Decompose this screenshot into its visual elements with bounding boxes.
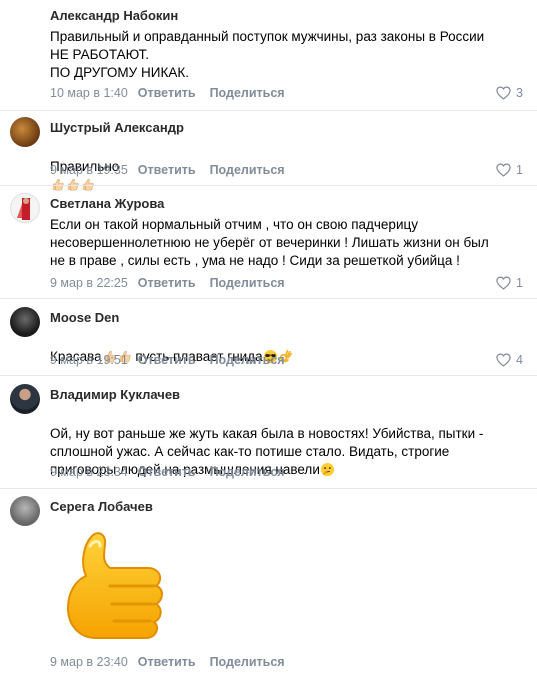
separator [0,185,537,186]
avatar[interactable] [10,384,40,414]
thinking-face-icon [320,462,335,477]
heart-icon [496,353,511,367]
share-button[interactable]: Поделиться [210,465,285,479]
separator [0,375,537,376]
comment-date[interactable]: 9 мар в 22:25 [50,276,128,290]
avatar[interactable] [10,496,40,526]
comment-date[interactable]: 9 мар в 19:51 [50,353,128,367]
comment-author[interactable]: Серега Лобачев [50,499,153,514]
comment-author[interactable]: Александр Набокин [50,8,178,23]
comment-meta: 9 мар в 23:40 Ответить Поделиться [50,655,285,669]
comment-meta: 9 мар в 19:51 Ответить Поделиться [50,353,285,367]
like-count: 4 [516,353,523,367]
like-button[interactable]: 3 [496,86,523,100]
reply-button[interactable]: Ответить [138,465,196,479]
share-button[interactable]: Поделиться [210,353,285,367]
like-button[interactable]: 1 [496,276,523,290]
reply-button[interactable]: Ответить [138,86,196,100]
avatar[interactable] [10,307,40,337]
comment-author[interactable]: Moose Den [50,310,119,325]
comment-date[interactable]: 9 мар в 23:40 [50,655,128,669]
separator [0,110,537,111]
like-button[interactable]: 1 [496,163,523,177]
comment-meta: 9 мар в 22:25 Ответить Поделиться [50,276,285,290]
share-button[interactable]: Поделиться [210,86,285,100]
comment-date[interactable]: 10 мар в 1:40 [50,86,128,100]
comment-author[interactable]: Светлана Журова [50,196,164,211]
comment-text: Правильный и оправданный поступок мужчин… [50,29,485,80]
heart-icon [496,163,511,177]
reply-button[interactable]: Ответить [138,353,196,367]
comment-meta: 9 мар в 23:34 Ответить Поделиться [50,465,285,479]
comment-meta: 10 мар в 1:40 Ответить Поделиться [50,86,285,100]
comment-author[interactable]: Шустрый Александр [50,120,184,135]
comment-author[interactable]: Владимир Куклачев [50,387,180,402]
avatar[interactable] [10,6,40,36]
like-button[interactable]: 4 [496,353,523,367]
comment-date[interactable]: 9 мар в 19:35 [50,163,128,177]
reply-button[interactable]: Ответить [138,276,196,290]
thumbs-up-sticker-icon [50,522,178,650]
like-count: 1 [516,163,523,177]
reply-button[interactable]: Ответить [138,655,196,669]
comment-date[interactable]: 9 мар в 23:34 [50,465,128,479]
like-count: 3 [516,86,523,100]
share-button[interactable]: Поделиться [210,655,285,669]
like-count: 1 [516,276,523,290]
heart-icon [496,86,511,100]
separator [0,488,537,489]
share-button[interactable]: Поделиться [210,163,285,177]
reply-button[interactable]: Ответить [138,163,196,177]
comment-text: Если он такой нормальный отчим , что он … [50,217,489,268]
heart-icon [496,276,511,290]
comment-meta: 9 мар в 19:35 Ответить Поделиться [50,163,285,177]
share-button[interactable]: Поделиться [210,276,285,290]
avatar[interactable] [10,117,40,147]
avatar[interactable] [10,193,40,223]
separator [0,298,537,299]
